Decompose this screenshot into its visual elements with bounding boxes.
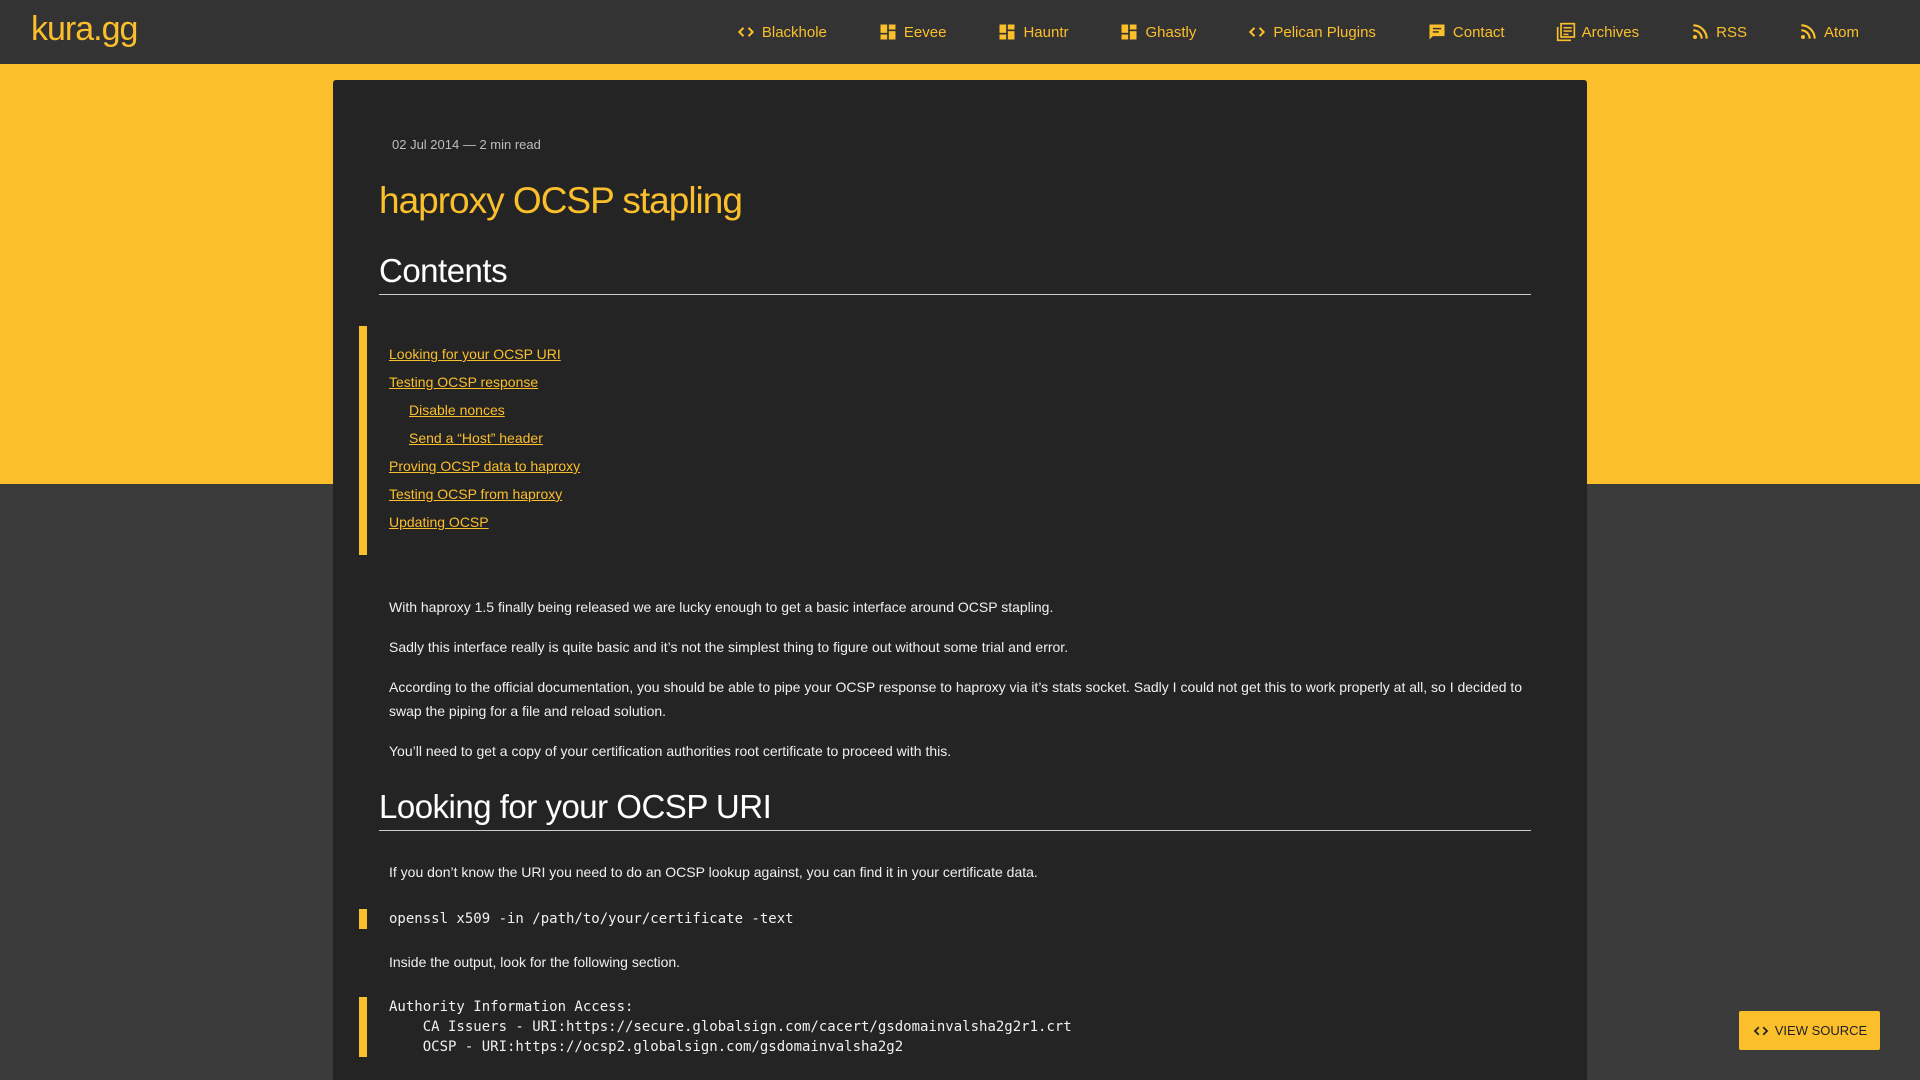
nav-item-blackhole[interactable]: Blackhole [736, 22, 827, 42]
toc-link[interactable]: Disable nonces [409, 402, 505, 418]
nav-item-hauntr[interactable]: Hauntr [997, 22, 1068, 42]
nav-label: Pelican Plugins [1273, 23, 1376, 41]
toc-link[interactable]: Testing OCSP response [389, 374, 538, 390]
nav-label: Blackhole [761, 23, 827, 41]
nav-item-ghastly[interactable]: Ghastly [1119, 22, 1196, 42]
nav-label: Hauntr [1023, 23, 1069, 41]
nav-label: RSS [1716, 23, 1747, 41]
code-block: Authority Information Access: CA Issuers… [359, 997, 1459, 1057]
code-block: openssl x509 -in /path/to/your/certifica… [359, 909, 1359, 929]
site-logo-link[interactable]: kura.gg [31, 10, 138, 49]
nav-label: Archives [1581, 23, 1640, 41]
nav-label: Eevee [903, 23, 947, 41]
toc-link[interactable]: Proving OCSP data to haproxy [389, 458, 580, 474]
toc-link[interactable]: Send a “Host” header [409, 430, 543, 446]
toc-link[interactable]: Updating OCSP [389, 514, 489, 530]
nav-item-atom[interactable]: Atom [1798, 22, 1859, 42]
nav-label: Ghastly [1145, 23, 1197, 41]
section-heading: Looking for your OCSP URI [379, 788, 1531, 831]
post-meta: 02 Jul 2014 — 2 min read [392, 137, 541, 152]
toc-link[interactable]: Looking for your OCSP URI [389, 346, 561, 362]
table-of-contents: Looking for your OCSP URI Testing OCSP r… [359, 326, 959, 555]
archive-icon [1556, 22, 1576, 42]
nav-item-archives[interactable]: Archives [1556, 22, 1640, 42]
rss-icon [1690, 22, 1710, 42]
nav-item-eevee[interactable]: Eevee [878, 22, 947, 42]
contents-heading: Contents [379, 252, 1531, 295]
dashboard-icon [997, 22, 1017, 42]
intro-paragraph: Sadly this interface really is quite bas… [389, 639, 1069, 655]
code-icon [736, 22, 756, 42]
nav-item-contact[interactable]: Contact [1427, 22, 1505, 42]
intro-paragraph: According to the official documentation,… [389, 679, 1523, 719]
intro-paragraph: With haproxy 1.5 finally being released … [389, 599, 1054, 615]
nav-item-rss[interactable]: RSS [1690, 22, 1747, 42]
top-navigation-bar: kura.gg Blackhole Eevee Hauntr Ghastly P… [0, 0, 1920, 64]
rss-icon [1798, 22, 1818, 42]
post-title: haproxy OCSP stapling [379, 180, 743, 221]
nav-label: Contact [1452, 23, 1505, 41]
section-paragraph: Inside the output, look for the followin… [389, 954, 681, 970]
nav-item-pelican-plugins[interactable]: Pelican Plugins [1247, 22, 1376, 42]
code-text: Authority Information Access: CA Issuers… [389, 999, 1072, 1055]
main-nav: Blackhole Eevee Hauntr Ghastly Pelican P… [736, 0, 1920, 64]
dashboard-icon [1119, 22, 1139, 42]
nav-label: Atom [1823, 23, 1859, 41]
article-card: 02 Jul 2014 — 2 min read haproxy OCSP st… [333, 80, 1587, 1080]
section-paragraph: If you don’t know the URI you need to do… [389, 864, 1038, 880]
chat-icon [1427, 22, 1447, 42]
code-text: openssl x509 -in /path/to/your/certifica… [389, 911, 794, 927]
intro-paragraph: You’ll need to get a copy of your certif… [389, 743, 952, 759]
code-icon [1753, 1026, 1769, 1035]
view-source-button[interactable]: VIEW SOURCE [1739, 1011, 1880, 1050]
dashboard-icon [878, 22, 898, 42]
toc-link[interactable]: Testing OCSP from haproxy [389, 486, 562, 502]
code-icon [1247, 22, 1267, 42]
view-source-label: VIEW SOURCE [1774, 1023, 1868, 1038]
